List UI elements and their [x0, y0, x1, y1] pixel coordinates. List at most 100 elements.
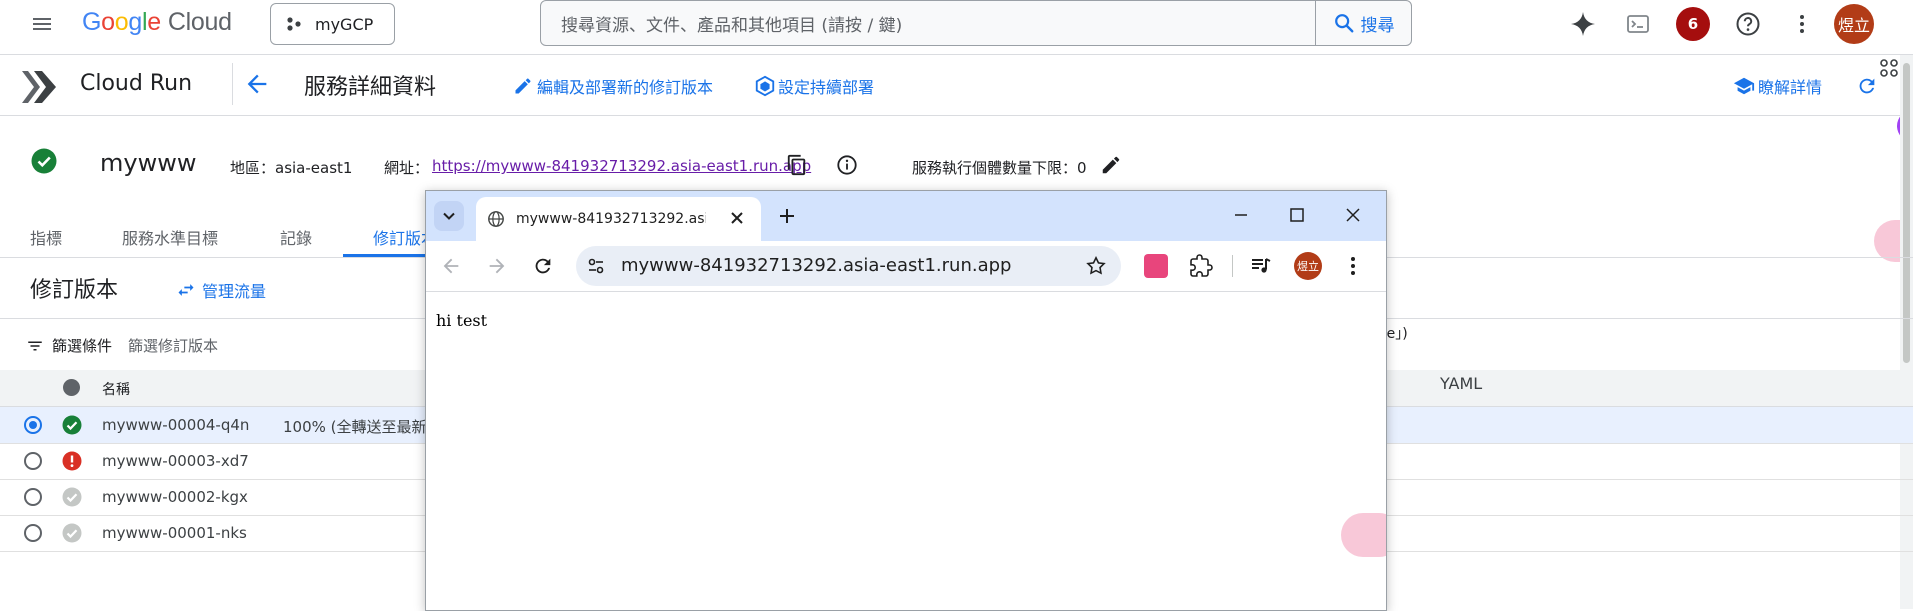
tab-metrics[interactable]: 指標: [30, 225, 62, 249]
filter-list-icon: [28, 341, 42, 350]
google-cloud-logo[interactable]: Google Cloud: [82, 8, 232, 37]
bookmark-star-icon[interactable]: [1085, 255, 1107, 277]
avatar: 煜立: [1834, 4, 1874, 44]
manage-traffic-button[interactable]: 管理流量: [176, 278, 266, 302]
revision-traffic: 100% (全轉送至最新: [283, 418, 427, 436]
status-inactive-icon: [62, 523, 82, 543]
edit-deploy-button[interactable]: 編輯及部署新的修訂版本: [513, 74, 713, 98]
revision-name[interactable]: mywww-00004-q4n: [102, 416, 249, 434]
gemini-sparkle-icon[interactable]: [1563, 4, 1603, 44]
search-input[interactable]: 搜尋資源、文件、產品和其他項目 (請按 / 鍵): [541, 11, 1315, 36]
toolbar-divider: [1232, 255, 1233, 277]
status-error-icon: [62, 451, 82, 471]
column-name[interactable]: 名稱: [102, 379, 130, 399]
service-status-ok-icon: [31, 148, 57, 174]
site-info-icon[interactable]: [586, 256, 606, 276]
reload-icon[interactable]: [532, 255, 554, 277]
edit-min-instances-pencil-icon[interactable]: [1100, 154, 1122, 176]
notification-count: 6: [1676, 7, 1710, 41]
product-header: Cloud Run 服務詳細資料 編輯及部署新的修訂版本 設定持續部署 瞭解詳情: [0, 55, 1913, 116]
column-yaml[interactable]: YAML: [1440, 374, 1482, 393]
browser-tab-active[interactable]: mywww-841932713292.asia-e: [476, 197, 761, 241]
search-button[interactable]: 搜尋: [1315, 1, 1411, 45]
copy-icon[interactable]: [786, 154, 808, 176]
search-bar: 搜尋資源、文件、產品和其他項目 (請按 / 鍵) 搜尋: [540, 0, 1412, 46]
filter-bar[interactable]: 篩選條件 篩選修訂版本: [26, 335, 218, 356]
revision-name[interactable]: mywww-00001-nks: [102, 524, 247, 542]
close-tab-icon[interactable]: [728, 209, 746, 227]
revision-name[interactable]: mywww-00002-kgx: [102, 488, 248, 506]
project-name: myGCP: [315, 14, 374, 34]
row-radio[interactable]: [24, 452, 42, 470]
panel-grid-icon[interactable]: [1879, 58, 1899, 78]
learn-more-button[interactable]: 瞭解詳情: [1733, 74, 1822, 98]
browser-popup-window[interactable]: mywww-841932713292.asia-e: [425, 190, 1387, 611]
status-column-icon: [63, 379, 80, 396]
help-icon[interactable]: [1728, 4, 1768, 44]
forward-icon[interactable]: [486, 255, 508, 277]
chevron-down-icon: [443, 212, 455, 220]
main-menu-icon[interactable]: [22, 4, 62, 44]
address-text[interactable]: mywww-841932713292.asia-east1.run.app: [621, 255, 1011, 276]
translate-fab-icon[interactable]: [1341, 513, 1386, 557]
search-icon: [1334, 14, 1353, 33]
address-bar[interactable]: mywww-841932713292.asia-east1.run.app: [576, 246, 1121, 286]
edit-deploy-label: 編輯及部署新的修訂版本: [537, 78, 714, 97]
close-window-icon[interactable]: [1343, 205, 1363, 225]
service-url-link[interactable]: https://mywww-841932713292.asia-east1.ru…: [432, 157, 811, 175]
setup-cd-button[interactable]: 設定持續部署: [754, 74, 874, 98]
browser-toolbar: mywww-841932713292.asia-east1.run.app 煜立: [426, 241, 1386, 292]
page-title: 服務詳細資料: [304, 75, 437, 100]
info-icon[interactable]: [836, 154, 858, 176]
tab-search-button[interactable]: [434, 201, 464, 231]
more-options-icon[interactable]: [1782, 4, 1822, 44]
filter-label: 篩選條件: [52, 337, 113, 355]
browser-menu-icon[interactable]: [1341, 254, 1365, 278]
status-inactive-icon: [62, 487, 82, 507]
row-radio-selected[interactable]: [24, 416, 42, 434]
browser-tab-title: mywww-841932713292.asia-e: [516, 211, 706, 227]
logo-google-text: Google: [82, 8, 161, 36]
cloud-shell-icon[interactable]: [1618, 4, 1658, 44]
row-radio[interactable]: [24, 488, 42, 506]
account-button[interactable]: 煜立: [1834, 4, 1874, 44]
back-arrow-icon[interactable]: [243, 70, 271, 98]
cloud-run-logo-icon: [20, 67, 60, 107]
revision-name[interactable]: mywww-00003-xd7: [102, 452, 249, 470]
status-ok-icon: [62, 415, 82, 435]
service-region: 地區：asia-east1: [230, 159, 353, 177]
profile-avatar[interactable]: 煜立: [1294, 252, 1322, 280]
service-name: mywww: [100, 149, 197, 177]
manage-traffic-label: 管理流量: [202, 282, 267, 301]
top-bar: Google Cloud myGCP 搜尋資源、文件、產品和其他項目 (請按 /…: [0, 0, 1913, 55]
school-icon: [1733, 77, 1755, 95]
browser-tab-strip: mywww-841932713292.asia-e: [426, 191, 1386, 241]
row-radio[interactable]: [24, 524, 42, 542]
notifications-badge[interactable]: 6: [1673, 4, 1713, 44]
extensions-puzzle-icon[interactable]: [1189, 254, 1213, 278]
refresh-icon[interactable]: [1856, 75, 1878, 97]
pencil-icon: [515, 78, 531, 94]
project-icon: [287, 17, 301, 31]
globe-icon: [487, 210, 505, 228]
revisions-title: 修訂版本: [30, 278, 119, 303]
project-picker-button[interactable]: myGCP: [270, 3, 395, 45]
service-url-label: 網址：: [384, 159, 430, 177]
media-queue-icon[interactable]: [1249, 254, 1273, 278]
swap-arrows-icon: [178, 284, 194, 296]
translate-extension-icon[interactable]: [1144, 254, 1168, 278]
maximize-icon[interactable]: [1287, 205, 1307, 225]
new-tab-icon[interactable]: [777, 206, 797, 226]
header-divider: [232, 63, 233, 105]
minimize-icon[interactable]: [1231, 205, 1251, 225]
logo-cloud-text: Cloud: [167, 8, 232, 36]
cube-icon: [755, 75, 775, 97]
tab-logs[interactable]: 記錄: [280, 225, 312, 249]
learn-more-label: 瞭解詳情: [1758, 78, 1823, 97]
tab-slos[interactable]: 服務水準目標: [122, 225, 218, 249]
min-instances-text: 服務執行個體數量下限：0: [912, 159, 1087, 177]
setup-cd-label: 設定持續部署: [778, 78, 875, 97]
back-icon[interactable]: [440, 255, 462, 277]
search-button-label: 搜尋: [1360, 15, 1395, 36]
filter-input[interactable]: 篩選修訂版本: [128, 335, 218, 356]
